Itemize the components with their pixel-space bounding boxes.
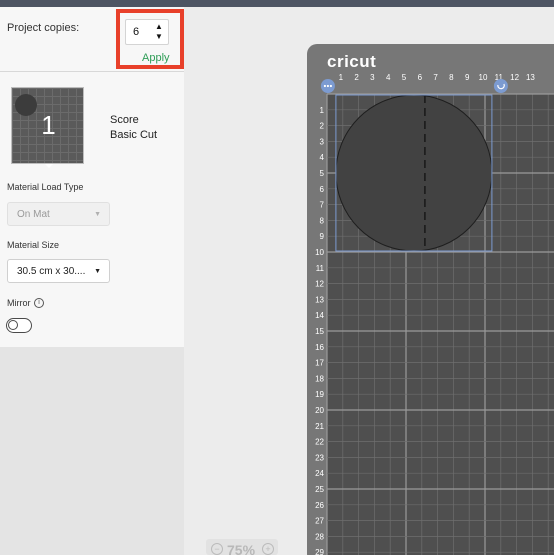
chevron-down-icon: ▼ [94,211,101,218]
ruler-left-label: 19 [315,390,324,399]
copies-highlight-box: 6 ▲ ▼ Apply [116,9,184,69]
ruler-left-label: 12 [315,280,324,289]
material-size-value: 30.5 cm x 30.... [17,266,86,277]
info-icon[interactable]: i [34,298,44,308]
mirror-toggle[interactable] [6,318,32,333]
ruler-left-label: 14 [315,311,324,320]
chevron-down-icon: ▼ [94,268,101,275]
ruler-left-label: 22 [315,438,324,447]
zoom-control: − 75% + [206,539,278,555]
toggle-knob [8,320,18,330]
mat-thumbnail[interactable]: 1 [11,87,84,168]
zoom-in-icon[interactable]: + [262,543,274,555]
ruler-left-label: 2 [320,122,325,131]
ruler-top-label: 9 [465,73,470,82]
ruler-left-label: 23 [315,453,324,462]
more-options-icon-dot [323,84,326,88]
ruler-left-label: 15 [315,327,324,336]
ruler-left-label: 26 [315,501,324,510]
project-copies-label: Project copies: [7,22,80,34]
mat-grid: 1 2 3 4 5 6 7 8 9 10 11 12 1312345678910111213141516… [315,73,554,555]
ruler-left-label: 17 [315,359,324,368]
material-load-type-select: On Mat ▼ [7,202,110,226]
project-copies-row: Project copies: 6 ▲ ▼ Apply [0,7,184,72]
circle-shape [335,94,493,252]
ruler-left-label: 10 [315,248,324,257]
ruler-left-label: 27 [315,517,324,526]
ruler-top-label: 13 [526,73,535,82]
ruler-left-label: 11 [316,264,325,273]
operation-score: Score [110,114,139,126]
left-panel-empty-area [0,347,184,555]
operation-basic-cut: Basic Cut [110,129,158,141]
mat-thumbnail-caret-icon [45,164,53,168]
ruler-left-label: 7 [320,201,325,210]
ruler-left-label: 13 [315,295,324,304]
material-load-type-value: On Mat [17,209,50,220]
ruler-left-label: 21 [315,422,324,431]
ruler-left-label: 25 [315,485,324,494]
ruler-left-label: 5 [320,169,325,178]
ruler-left-label: 24 [315,469,324,478]
mat-number: 1 [41,110,56,140]
ruler-left-label: 3 [320,137,325,146]
zoom-value: 75% [227,542,256,555]
ruler-left-label: 28 [315,532,324,541]
decrement-arrow-icon[interactable]: ▼ [154,33,164,41]
more-options-icon-dot [329,84,332,88]
ruler-top-label: 10 [479,73,488,82]
ruler-top-label: 4 [386,73,391,82]
rotate-icon [493,79,508,93]
ruler-top-label: 3 [370,73,375,82]
ruler-left-label: 6 [320,185,325,194]
copies-value[interactable]: 6 [133,26,139,38]
ruler-top-label: 1 [339,73,344,82]
copies-stepper[interactable]: 6 ▲ ▼ [125,19,169,45]
ruler-left-label: 29 [315,548,324,555]
ruler-left-label: 4 [320,153,325,162]
more-options-icon-dot [326,84,329,88]
ruler-left-label: 8 [320,216,325,225]
zoom-out-icon[interactable]: − [211,543,223,555]
ruler-left-label: 1 [320,106,325,115]
ruler-top-label: 8 [449,73,454,82]
increment-arrow-icon[interactable]: ▲ [154,23,164,31]
ruler-left-label: 9 [320,232,325,241]
ruler-left-label: 16 [315,343,324,352]
ruler-left-label: 20 [315,406,324,415]
mirror-label: Mirror [7,298,31,308]
ruler-top-label: 5 [402,73,407,82]
ruler-top-label: 7 [433,73,438,82]
ruler-top-label: 6 [418,73,423,82]
ruler-left-label: 18 [315,374,324,383]
material-size-label: Material Size [7,240,60,250]
ruler-top-label: 12 [510,73,519,82]
cutting-mat: cricut 1 2 3 4 5 6 7 8 9 10 11 12 13 1 2 3 4 5 6 7 8 9 10 11 12 1… [307,44,554,555]
material-load-type-label: Material Load Type [7,182,84,192]
top-bar [0,0,554,7]
apply-button[interactable]: Apply [142,52,170,64]
ruler-top-label: 2 [354,73,359,82]
material-size-select[interactable]: 30.5 cm x 30.... ▼ [7,259,110,283]
